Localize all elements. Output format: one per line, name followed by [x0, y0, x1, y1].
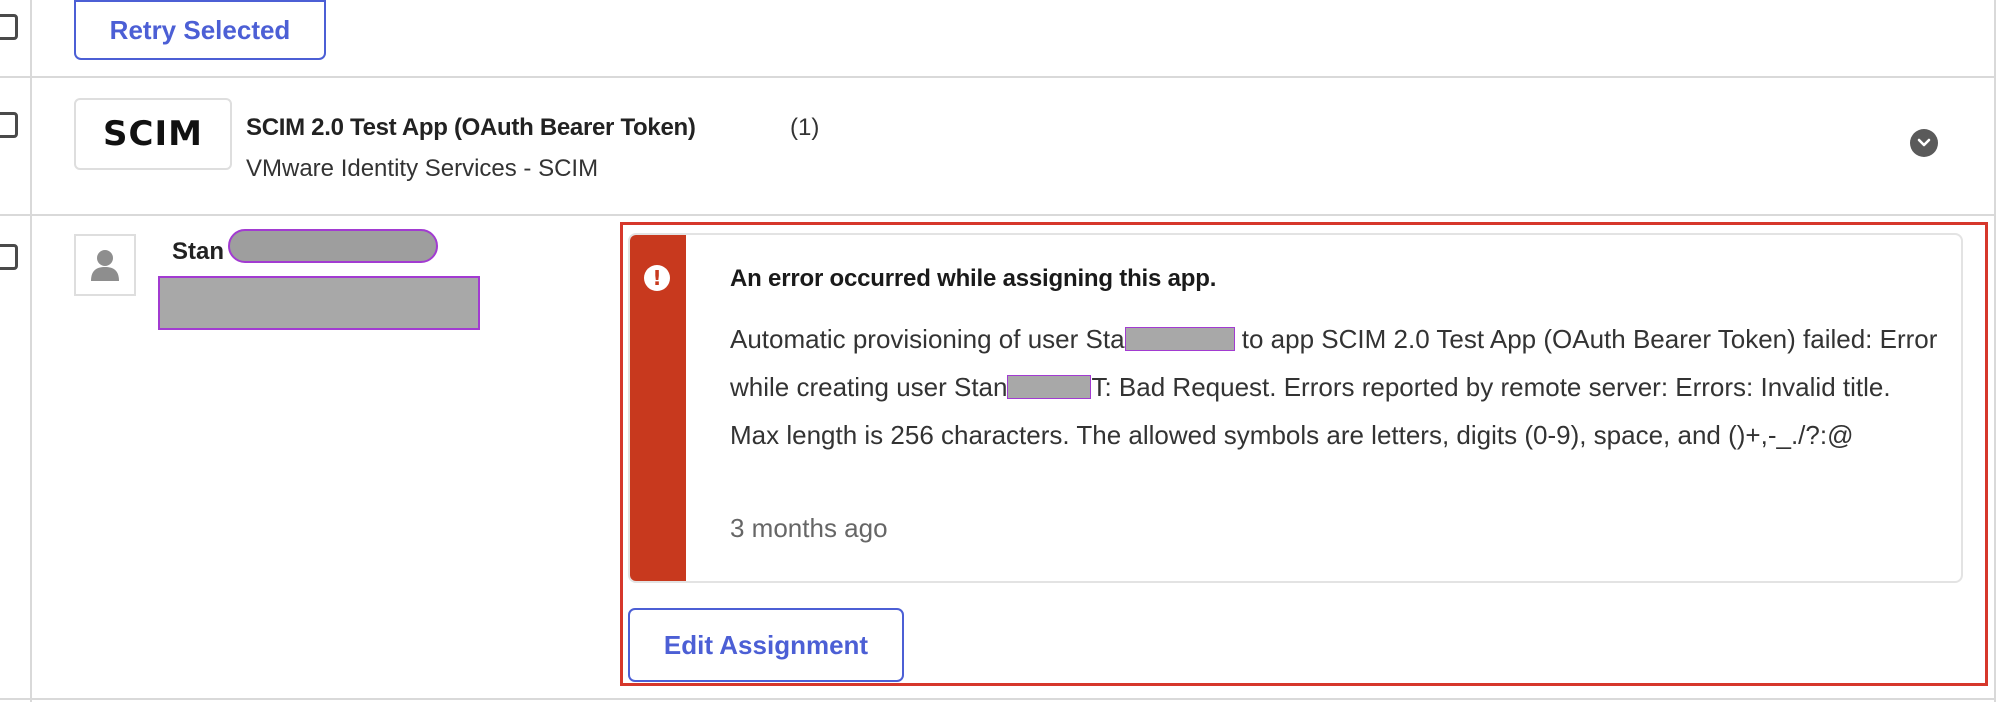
redacted-email: [158, 276, 480, 330]
retry-selected-button[interactable]: Retry Selected: [74, 0, 326, 60]
error-alert: ! An error occurred while assigning this…: [628, 233, 1963, 583]
user-icon: [74, 234, 136, 296]
chevron-down-icon[interactable]: [1910, 129, 1938, 157]
edit-assignment-button[interactable]: Edit Assignment: [628, 608, 904, 682]
app-row-checkbox[interactable]: [0, 112, 18, 138]
table-column-divider: [30, 0, 32, 702]
row-divider: [0, 214, 1996, 216]
redacted-username: [1007, 375, 1092, 399]
redacted-username: [1124, 327, 1235, 351]
row-checkbox[interactable]: [0, 14, 18, 40]
app-subtitle: VMware Identity Services - SCIM: [246, 155, 599, 182]
user-name: Stan: [172, 238, 225, 265]
alert-title: An error occurred while assigning this a…: [730, 265, 1217, 292]
alert-message: Automatic provisioning of user Sta to ap…: [730, 315, 1945, 459]
row-divider: [0, 698, 1996, 700]
user-row-checkbox[interactable]: [0, 244, 18, 270]
row-divider: [0, 76, 1996, 78]
alert-message-part: Automatic provisioning of user Sta: [730, 324, 1125, 354]
table-right-border: [1994, 0, 1996, 702]
exclamation-circle-icon: !: [644, 265, 670, 291]
app-logo: SCIM: [74, 98, 232, 170]
redacted-name: [228, 229, 438, 263]
alert-timestamp: 3 months ago: [730, 513, 888, 543]
app-name: SCIM 2.0 Test App (OAuth Bearer Token): [246, 114, 696, 141]
app-assignment-count: (1): [790, 114, 820, 141]
